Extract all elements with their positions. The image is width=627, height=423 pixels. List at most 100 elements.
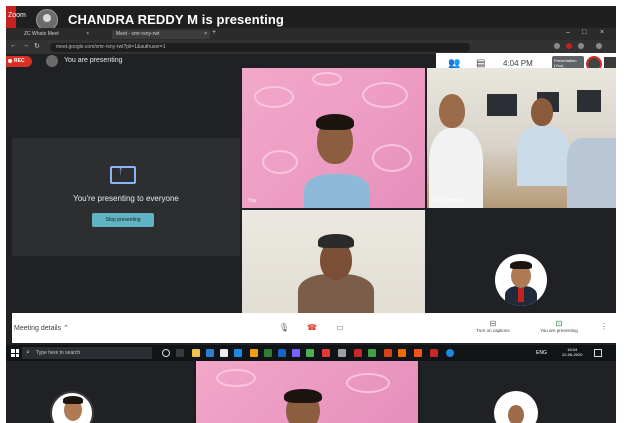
- extension-icon[interactable]: [554, 43, 560, 49]
- participant-video: [517, 94, 569, 204]
- app-icon[interactable]: [306, 349, 314, 357]
- minimize-icon[interactable]: –: [566, 29, 570, 36]
- app-icon[interactable]: [384, 349, 392, 357]
- window-close-icon[interactable]: ×: [600, 29, 604, 36]
- captions-icon: ⊟: [489, 319, 497, 328]
- app-icon[interactable]: [338, 349, 346, 357]
- avatar-hair: [510, 261, 532, 269]
- taskbar-clock[interactable]: 16:04 22-06-2020: [562, 347, 582, 357]
- app-icon[interactable]: [264, 349, 272, 357]
- app-icon[interactable]: [278, 349, 286, 357]
- participant-avatar: [50, 391, 94, 423]
- captions-label: Turn on captions: [476, 328, 510, 333]
- filmstrip-tile-dark[interactable]: [420, 361, 616, 423]
- browser-tab-meet[interactable]: Meet - xmr-rsny-rwt ×: [112, 30, 210, 39]
- browser-tab-whatsmeet[interactable]: ZC Whats Meet ×: [20, 30, 92, 39]
- app-icon[interactable]: [368, 349, 376, 357]
- back-icon[interactable]: ←: [10, 42, 17, 49]
- taskbar-search[interactable]: Type here to search: [22, 347, 152, 359]
- participant-video: [429, 88, 483, 208]
- browser-tab-label: Meet - xmr-rsny-rwt: [116, 31, 160, 37]
- self-avatar: [46, 55, 58, 67]
- participant-face: [531, 98, 553, 126]
- reload-icon[interactable]: ↻: [34, 42, 40, 50]
- task-view-icon[interactable]: [176, 349, 184, 357]
- maximize-icon[interactable]: □: [582, 29, 586, 36]
- avatar-hair: [63, 396, 83, 404]
- present-label: You are presenting: [540, 328, 578, 333]
- app-icon[interactable]: [234, 349, 242, 357]
- participant-avatar: [494, 391, 538, 423]
- wall-pattern: [346, 373, 390, 393]
- profile-icon[interactable]: [578, 43, 584, 49]
- app-icon[interactable]: [250, 349, 258, 357]
- close-icon[interactable]: ×: [86, 31, 89, 37]
- forward-icon[interactable]: →: [22, 42, 29, 49]
- participant-hair: [316, 114, 354, 130]
- file-explorer-icon[interactable]: [192, 349, 200, 357]
- app-icon[interactable]: [322, 349, 330, 357]
- participant-cap: [318, 234, 354, 248]
- present-icon: ⊡: [555, 319, 563, 328]
- tile-name: You: [248, 198, 257, 204]
- wall-pattern: [254, 86, 294, 108]
- notification-icon[interactable]: [594, 349, 602, 357]
- screenshot-stage: Zoom CHANDRA REDDY M is presenting ZC Wh…: [0, 0, 627, 423]
- url-field[interactable]: meet.google.com/xmr-rsny-rwt?pli=1&authu…: [50, 43, 470, 52]
- participant-shirt: [517, 126, 569, 186]
- meeting-details-button[interactable]: Meeting details ⌃: [14, 324, 69, 332]
- wall-pattern: [216, 369, 256, 387]
- participant-video: [302, 108, 372, 208]
- hang-up-button[interactable]: ☎: [304, 320, 320, 336]
- avatar-tie: [518, 288, 524, 302]
- more-options-icon[interactable]: ⋮: [600, 322, 608, 331]
- extension-icon[interactable]: [566, 43, 572, 49]
- app-icon[interactable]: [220, 349, 228, 357]
- monitor-shape: [487, 94, 517, 116]
- you-presenting-label: You are presenting: [64, 57, 123, 64]
- address-bar: ← → ↻ meet.google.com/xmr-rsny-rwt?pli=1…: [6, 40, 616, 54]
- monitor-shape: [577, 90, 601, 112]
- app-icon[interactable]: [292, 349, 300, 357]
- wall-pattern: [312, 72, 342, 86]
- filmstrip-tile-pink[interactable]: [196, 361, 418, 423]
- presenter-title: CHANDRA REDDY M is presenting: [68, 12, 284, 27]
- new-tab-icon[interactable]: +: [212, 29, 216, 36]
- browser-menu-icon[interactable]: [596, 43, 602, 49]
- wall-pattern: [262, 150, 298, 174]
- wall-pattern: [372, 144, 412, 172]
- video-tile-avatar[interactable]: [427, 210, 616, 313]
- participant-shirt: [567, 138, 616, 208]
- close-icon[interactable]: ×: [204, 31, 207, 37]
- participant-avatar: [495, 254, 547, 306]
- cortana-icon[interactable]: [162, 349, 170, 357]
- app-icon[interactable]: [414, 349, 422, 357]
- windows-start-icon[interactable]: [11, 349, 19, 357]
- participant-video: [298, 232, 374, 313]
- video-tile-room[interactable]: [242, 210, 425, 313]
- present-screen-icon: [110, 165, 136, 184]
- pdf-icon[interactable]: [354, 349, 362, 357]
- stop-presenting-button[interactable]: Stop presenting: [92, 213, 154, 227]
- recording-badge: REC: [6, 56, 32, 67]
- participant-hair: [284, 389, 322, 403]
- avatar-face: [508, 405, 524, 423]
- present-button[interactable]: ⊡ You are presenting: [534, 319, 584, 333]
- video-tile-you[interactable]: You: [242, 68, 425, 208]
- help-icon[interactable]: [446, 349, 454, 357]
- captions-button[interactable]: ⊟ Turn on captions: [468, 319, 518, 333]
- filmstrip-tile-avatar[interactable]: [6, 361, 194, 423]
- browser-tab-strip: ZC Whats Meet × Meet - xmr-rsny-rwt × + – …: [6, 28, 616, 40]
- app-icon[interactable]: [398, 349, 406, 357]
- wall-pattern: [362, 82, 408, 108]
- camera-button[interactable]: ▭: [332, 320, 348, 336]
- app-icon[interactable]: [430, 349, 438, 357]
- video-tile-office[interactable]: A.R. Thejaswi: [427, 68, 616, 208]
- app-icon[interactable]: [206, 349, 214, 357]
- participant-shirt: [429, 128, 483, 208]
- windows-taskbar: Type here to search ENG 16:0422-06-2020: [6, 345, 616, 361]
- microphone-button[interactable]: 🎙: [276, 320, 292, 336]
- participant-video: [567, 128, 616, 208]
- language-indicator[interactable]: ENG: [536, 350, 547, 356]
- filmstrip: [6, 361, 616, 423]
